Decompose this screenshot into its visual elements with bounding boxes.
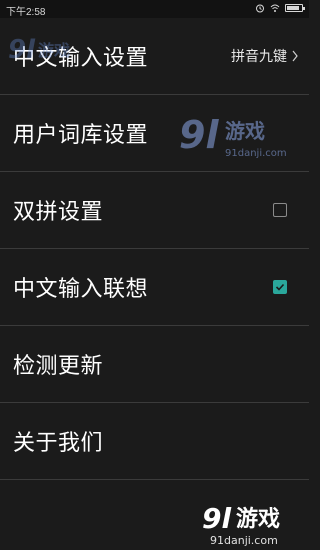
svg-text:游戏: 游戏 xyxy=(236,506,280,532)
settings-item-label: 双拼设置 xyxy=(13,200,104,225)
watermark-site-bottom: 91danji.com xyxy=(210,534,278,547)
settings-item-label: 用户词库设置 xyxy=(13,123,149,148)
settings-item-user-dictionary[interactable]: 用户词库设置 xyxy=(0,95,309,172)
status-time: 下午2:58 xyxy=(6,7,46,18)
battery-level xyxy=(287,6,299,10)
settings-item-label: 中文输入联想 xyxy=(13,277,149,302)
watermark-logo-bottom-icon: 9l 游戏 91danji.com xyxy=(202,502,280,547)
settings-item-label: 关于我们 xyxy=(13,431,104,456)
status-bar: 下午2:58 xyxy=(0,0,309,18)
settings-item-label: 检测更新 xyxy=(13,354,104,379)
settings-item-input-association[interactable]: 中文输入联想 xyxy=(0,249,309,326)
settings-item-about-us[interactable]: 关于我们 xyxy=(0,403,309,480)
input-mode-value: 拼音九键 xyxy=(231,46,299,66)
shuangpin-checkbox[interactable] xyxy=(273,203,287,217)
svg-text:9l: 9l xyxy=(202,502,231,535)
settings-item-shuangpin[interactable]: 双拼设置 xyxy=(0,172,309,249)
settings-list: 中文输入设置 拼音九键 用户词库设置 双拼设置 中文输入联想 检测更新 关于我们 xyxy=(0,18,309,480)
input-mode-text: 拼音九键 xyxy=(231,49,287,65)
wifi-icon xyxy=(270,4,280,12)
battery-icon xyxy=(285,4,305,12)
settings-item-check-update[interactable]: 检测更新 xyxy=(0,326,309,403)
chevron-right-icon xyxy=(292,50,298,62)
status-icons xyxy=(255,3,305,13)
alarm-icon xyxy=(256,4,264,13)
association-checkbox[interactable] xyxy=(273,280,287,294)
settings-item-chinese-input[interactable]: 中文输入设置 拼音九键 xyxy=(0,18,309,95)
checkmark-icon xyxy=(275,283,285,291)
settings-item-label: 中文输入设置 xyxy=(13,46,149,71)
